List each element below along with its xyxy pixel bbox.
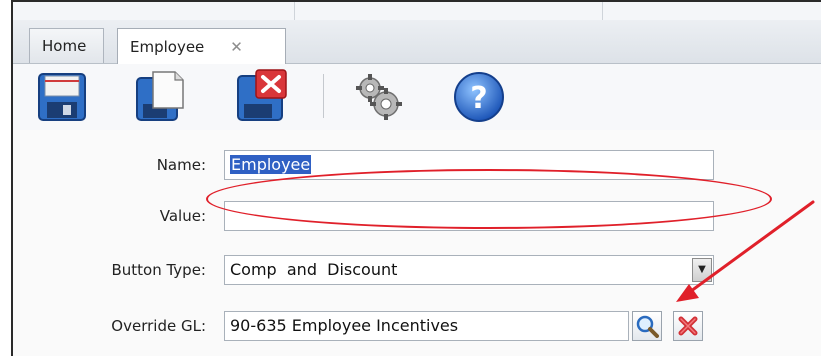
gl-clear-button[interactable] xyxy=(673,311,703,341)
name-row: Name: Employee xyxy=(13,146,821,184)
save-as-button[interactable] xyxy=(131,68,189,126)
override-gl-label: Override GL: xyxy=(111,317,206,335)
button-type-row: Button Type: Comp and Discount ▼ xyxy=(13,251,821,289)
toolbar: ? xyxy=(13,64,821,130)
override-gl-field[interactable]: 90-635 Employee Incentives xyxy=(224,311,629,341)
settings-button[interactable] xyxy=(348,68,406,126)
name-value: Employee xyxy=(230,155,312,174)
top-strip xyxy=(13,2,821,20)
delete-button[interactable] xyxy=(232,68,290,126)
clear-icon xyxy=(678,316,698,336)
override-gl-row: Override GL: 90-635 Employee Incentives xyxy=(13,307,821,345)
tab-employee-label: Employee xyxy=(130,37,205,56)
close-icon[interactable]: ✕ xyxy=(230,38,243,56)
toolbar-divider xyxy=(323,74,324,118)
override-gl-value: 90-635 Employee Incentives xyxy=(230,316,459,335)
tab-employee[interactable]: Employee ✕ xyxy=(117,28,286,64)
help-button[interactable]: ? xyxy=(450,68,508,126)
tab-home[interactable]: Home xyxy=(29,28,104,63)
value-field[interactable] xyxy=(224,201,714,231)
svg-text:?: ? xyxy=(470,81,487,116)
name-label: Name: xyxy=(156,156,206,174)
save-disk-icon xyxy=(38,73,86,121)
help-icon: ? xyxy=(454,72,504,122)
save-button[interactable] xyxy=(33,68,91,126)
value-row: Value: xyxy=(13,197,821,235)
tab-home-label: Home xyxy=(42,37,87,55)
employee-form: Name: Employee Value: Button Type: Comp … xyxy=(13,130,821,356)
app-window: Home Employee ✕ ? Name: Employee Value: … xyxy=(11,0,821,356)
save-delete-icon xyxy=(237,69,287,121)
gears-icon xyxy=(356,74,402,120)
search-icon xyxy=(636,315,659,338)
button-type-value: Comp and Discount xyxy=(230,260,398,279)
value-label: Value: xyxy=(159,207,206,225)
chevron-down-icon[interactable]: ▼ xyxy=(692,258,712,282)
gl-search-button[interactable] xyxy=(632,311,662,341)
button-type-label: Button Type: xyxy=(111,261,206,279)
save-copy-icon xyxy=(136,71,184,121)
tab-bar: Home Employee ✕ xyxy=(13,20,821,64)
name-field[interactable]: Employee xyxy=(224,150,714,180)
button-type-select[interactable]: Comp and Discount ▼ xyxy=(224,255,714,285)
